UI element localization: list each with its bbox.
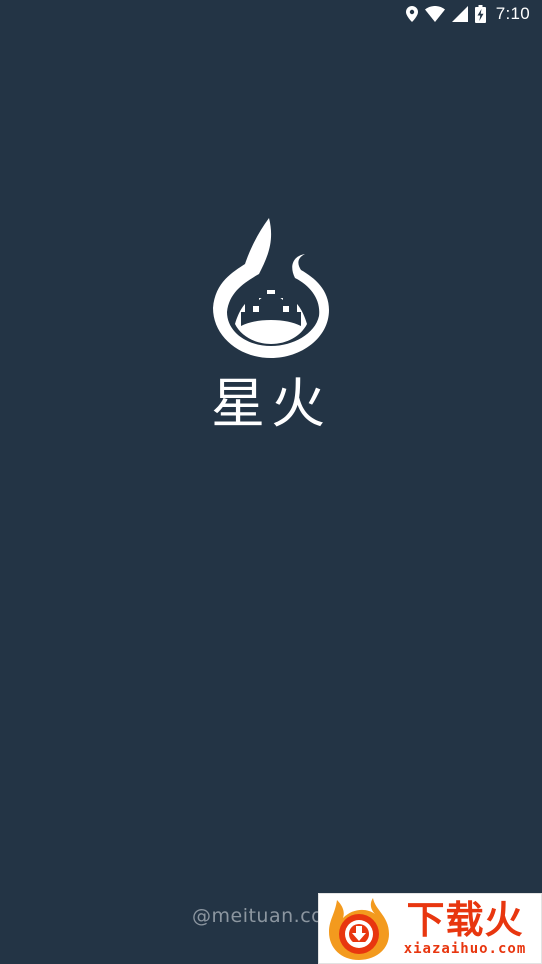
watermark-url: xiazaihuo.com: [403, 941, 527, 957]
wifi-icon: [424, 6, 445, 22]
status-bar: 7:10: [0, 0, 542, 28]
status-time: 7:10: [495, 4, 530, 23]
flame-castle-logo-icon: [205, 212, 335, 364]
location-icon: [405, 6, 418, 22]
watermark-title: 下载火: [406, 898, 524, 942]
signal-icon: [451, 6, 468, 22]
xiazaihuo-flame-logo-icon: [323, 896, 393, 962]
app-name: 星火: [211, 372, 331, 435]
battery-charging-icon: [474, 5, 486, 23]
watermark-badge: 下载火 xiazaihuo.com: [318, 893, 542, 964]
